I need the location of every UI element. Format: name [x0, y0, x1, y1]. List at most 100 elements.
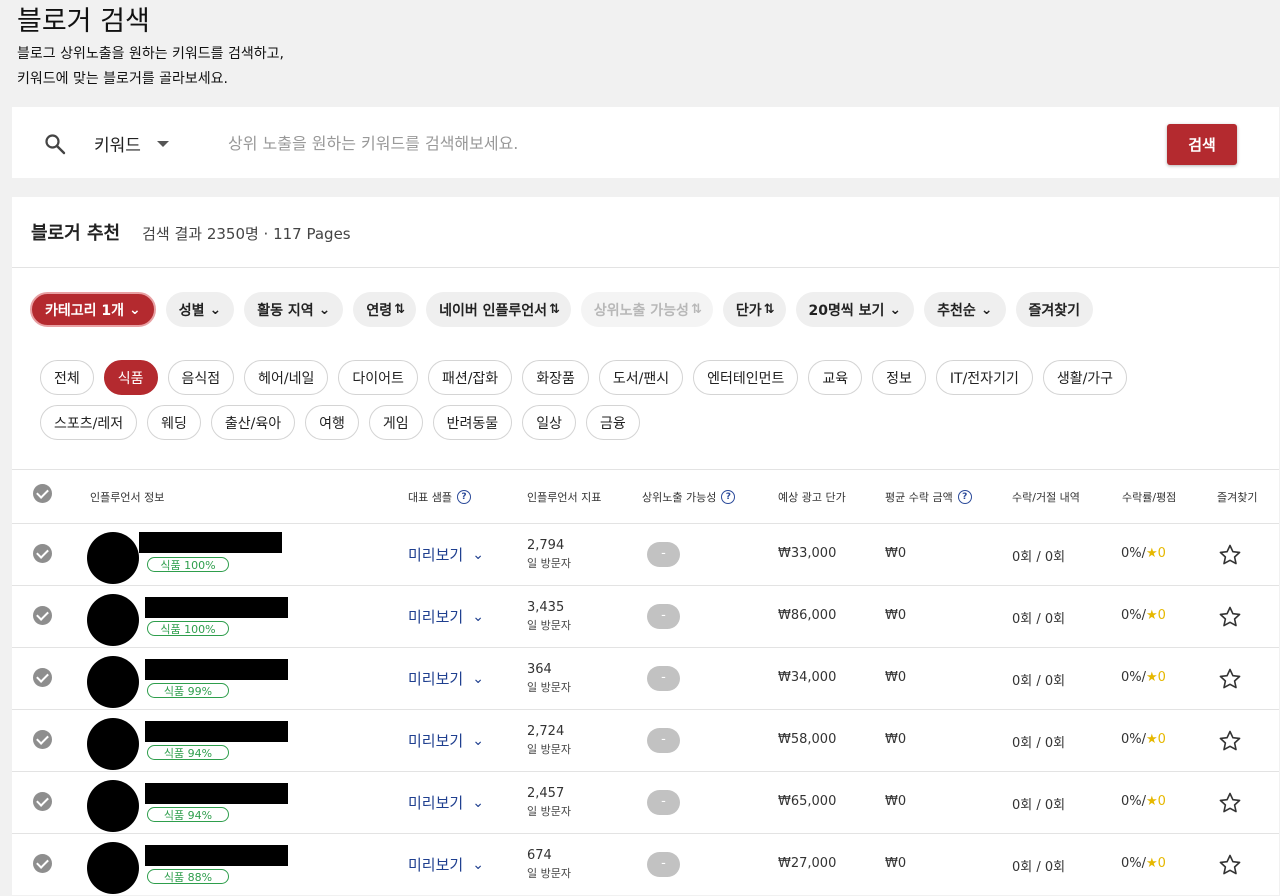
- exposure-badge: -: [647, 790, 680, 815]
- avatar: [87, 718, 139, 770]
- row-checkbox[interactable]: [33, 668, 52, 687]
- exposure-badge: -: [647, 666, 680, 691]
- filter-chip[interactable]: 단가 ⇅: [722, 292, 786, 327]
- visitor-metric: 2,724 일 방문자: [527, 724, 571, 757]
- search-button[interactable]: 검색: [1167, 124, 1237, 165]
- filter-chip[interactable]: 성별 ⌄: [165, 292, 235, 327]
- accept-rate-value: 0%/: [1121, 732, 1147, 747]
- category-chip[interactable]: 정보: [872, 360, 926, 395]
- exposure-badge: -: [647, 604, 680, 629]
- col-rate: 수락률/평점: [1122, 491, 1177, 504]
- preview-label: 미리보기: [408, 608, 464, 626]
- help-icon[interactable]: ?: [456, 490, 471, 504]
- filter-chip[interactable]: 카테고리 1개 ⌄: [30, 292, 156, 327]
- daily-visitors: 2,794: [527, 538, 565, 553]
- filter-chip: 상위노출 가능성 ⇅: [580, 292, 713, 327]
- divider: [12, 267, 1279, 268]
- category-match-badge: 식품 94%: [147, 807, 229, 822]
- favorite-star-icon[interactable]: [1218, 543, 1242, 567]
- accept-history: 0회 / 0회: [1012, 550, 1066, 565]
- filter-chip[interactable]: 연령 ⇅: [353, 292, 417, 327]
- preview-dropdown[interactable]: 미리보기 ⌄: [408, 668, 484, 689]
- preview-dropdown[interactable]: 미리보기 ⌄: [408, 606, 484, 627]
- exposure-badge: -: [647, 852, 680, 877]
- rating-score: ★0: [1146, 670, 1166, 685]
- filter-chip[interactable]: 20명씩 보기 ⌄: [795, 292, 915, 327]
- exposure-badge: -: [647, 542, 680, 567]
- category-chip[interactable]: 반려동물: [432, 405, 513, 440]
- page-title: 블로거 검색: [17, 6, 150, 37]
- preview-dropdown[interactable]: 미리보기 ⌄: [408, 730, 484, 751]
- accept-rate: 0%/★0: [1121, 608, 1166, 623]
- row-checkbox[interactable]: [33, 606, 52, 625]
- preview-dropdown[interactable]: 미리보기 ⌄: [408, 544, 484, 565]
- category-chip[interactable]: 헤어/네일: [244, 360, 329, 395]
- help-icon[interactable]: ?: [721, 490, 736, 504]
- category-chip[interactable]: 일상: [522, 405, 576, 440]
- sort-icon: ⇅: [548, 302, 560, 317]
- category-chip[interactable]: 다이어트: [338, 360, 418, 395]
- favorite-star-icon[interactable]: [1218, 791, 1242, 815]
- col-index: 인플루언서 지표: [527, 491, 602, 504]
- col-favorite: 즐겨찾기: [1217, 491, 1258, 504]
- category-chip[interactable]: 게임: [368, 405, 423, 440]
- rating-score: ★0: [1146, 794, 1166, 809]
- preview-dropdown[interactable]: 미리보기 ⌄: [408, 792, 484, 813]
- category-chip[interactable]: 도서/팬시: [598, 360, 684, 395]
- exposure-badge: -: [647, 728, 680, 753]
- accept-rate: 0%/★0: [1121, 794, 1166, 809]
- row-checkbox[interactable]: [33, 792, 52, 811]
- preview-label: 미리보기: [408, 856, 464, 874]
- search-type-dropdown[interactable]: 키워드: [94, 131, 169, 156]
- category-chip[interactable]: 전체: [40, 360, 94, 395]
- filter-chip[interactable]: 추천순 ⌄: [924, 292, 1006, 327]
- category-chip[interactable]: 화장품: [522, 360, 589, 395]
- sort-icon: ⇅: [763, 302, 775, 317]
- select-all-checkbox[interactable]: [33, 484, 52, 503]
- favorite-star-icon[interactable]: [1218, 853, 1242, 877]
- filter-chip[interactable]: 네이버 인플루언서 ⇅: [426, 292, 571, 327]
- col-sample: 대표 샘플?: [408, 489, 471, 505]
- category-chip[interactable]: 여행: [305, 405, 359, 440]
- page-header: 블로거 검색 블로그 상위노출을 원하는 키워드를 검색하고, 키워드에 맞는 …: [17, 4, 284, 92]
- category-chip[interactable]: 교육: [808, 360, 863, 395]
- category-chip[interactable]: 패션/잡화: [427, 360, 513, 395]
- category-chip[interactable]: 스포츠/레저: [40, 405, 138, 440]
- category-chip[interactable]: IT/전자기기: [935, 360, 1033, 395]
- preview-dropdown[interactable]: 미리보기 ⌄: [408, 854, 484, 875]
- accept-history: 0회 / 0회: [1012, 736, 1066, 751]
- row-checkbox[interactable]: [33, 544, 52, 563]
- filter-chip[interactable]: 즐겨찾기: [1015, 292, 1094, 327]
- daily-visitors: 674: [527, 848, 552, 863]
- category-chip[interactable]: 웨딩: [147, 405, 201, 440]
- favorite-star-icon[interactable]: [1218, 667, 1242, 691]
- favorite-star-icon[interactable]: [1218, 729, 1242, 753]
- category-chip[interactable]: 출산/육아: [210, 405, 296, 440]
- rating-score: ★0: [1146, 608, 1166, 623]
- table-row: 식품 94% 미리보기 ⌄ 2,457 일 방문자 - ₩65,000 ₩0 0회 / 0회 0%…: [12, 771, 1279, 834]
- category-chip[interactable]: 금융: [585, 405, 640, 440]
- search-input[interactable]: [226, 125, 1110, 161]
- category-chip[interactable]: 음식점: [167, 360, 235, 395]
- filter-chip[interactable]: 활동 지역 ⌄: [244, 292, 344, 327]
- favorite-star-icon[interactable]: [1218, 605, 1242, 629]
- col-sample-label: 대표 샘플: [408, 491, 452, 504]
- chevron-down-icon: ⌄: [472, 856, 484, 873]
- ad-price: ₩86,000: [778, 608, 837, 623]
- avg-income: ₩0: [885, 794, 907, 809]
- avg-income: ₩0: [885, 608, 907, 623]
- table-row: 식품 100% 미리보기 ⌄ 2,794 일 방문자 - ₩33,000 ₩0 0회 / 0회 0…: [12, 523, 1279, 586]
- category-chip[interactable]: 엔터테인먼트: [693, 360, 799, 395]
- category-chip[interactable]: 생활/가구: [1042, 360, 1128, 395]
- rating-score: ★0: [1146, 546, 1166, 561]
- filter-chip-label: 즐겨찾기: [1028, 302, 1081, 319]
- help-icon[interactable]: ?: [957, 490, 972, 504]
- row-checkbox[interactable]: [33, 730, 52, 749]
- visitor-metric: 2,794 일 방문자: [527, 538, 571, 571]
- chevron-down-icon: ⌄: [472, 608, 484, 625]
- category-chip[interactable]: 식품: [103, 360, 158, 395]
- row-checkbox[interactable]: [33, 854, 52, 873]
- filter-chip-label: 20명씩 보기: [808, 302, 885, 319]
- sort-icon: ⇅: [394, 302, 405, 317]
- ad-price: ₩65,000: [778, 794, 837, 809]
